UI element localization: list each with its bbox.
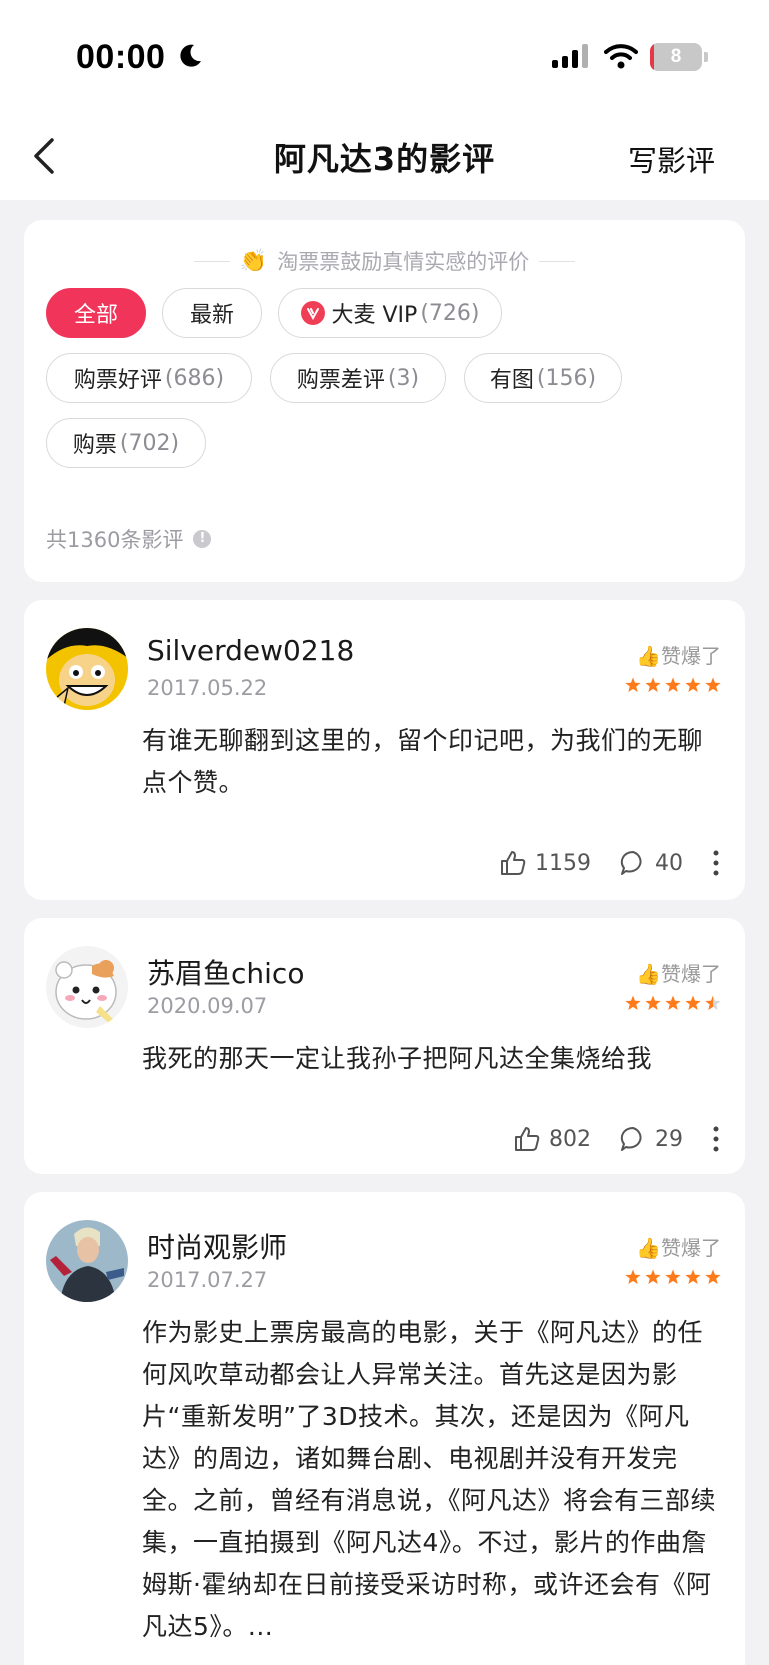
comment-bubble-icon: [620, 850, 642, 875]
star-icon: [645, 677, 661, 692]
rating-stars: [625, 995, 721, 1010]
chip-damai-vip[interactable]: 大麦 VIP (726): [278, 288, 502, 338]
battery-indicator: 8: [650, 43, 702, 71]
chip-count: (702): [119, 430, 180, 456]
chip-label: 有图: [489, 368, 534, 393]
star-icon: [665, 1269, 681, 1284]
review-card: 苏眉鱼chico 2020.09.07 👍赞爆了 我死的那天一定让我孙子把阿凡达…: [24, 918, 745, 1174]
star-icon: [625, 677, 641, 692]
comment-count: 40: [655, 850, 683, 876]
encourage-text: 淘票票鼓励真情实感的评价: [277, 250, 530, 274]
comment-count: 29: [655, 1126, 683, 1152]
battery-cap: [704, 52, 708, 62]
reviewer-name[interactable]: 时尚观影师: [147, 1226, 287, 1266]
more-vertical-icon[interactable]: [711, 849, 721, 877]
header: 00:00 8 阿凡达3的影评 写影评: [0, 0, 769, 200]
like-button[interactable]: 802: [513, 1125, 591, 1153]
star-icon: [665, 995, 681, 1010]
chip-label: 购票好评: [73, 368, 162, 393]
status-time: 00:00: [76, 38, 166, 76]
chip-latest[interactable]: 最新: [162, 288, 262, 338]
praise-badge: 👍赞爆了: [636, 1236, 721, 1260]
comment-button[interactable]: 40: [619, 849, 683, 877]
avatar[interactable]: [46, 628, 128, 710]
reviewer-name[interactable]: Silverdew0218: [147, 634, 354, 667]
total-count: 共1360条影评 !: [46, 524, 212, 554]
chip-label: 全部: [73, 303, 118, 328]
total-text: 共1360条影评: [46, 528, 184, 552]
star-icon: [665, 677, 681, 692]
star-icon: [685, 995, 701, 1010]
review-actions: 802 29: [513, 1122, 721, 1156]
chip-with-images[interactable]: 有图 (156): [464, 353, 622, 403]
nav-bar: 阿凡达3的影评 写影评: [0, 120, 769, 200]
praise-badge: 👍赞爆了: [636, 644, 721, 668]
reviewer-name[interactable]: 苏眉鱼chico: [147, 952, 304, 992]
divider-left: [193, 260, 230, 262]
chip-ticket-positive[interactable]: 购票好评 (686): [46, 353, 252, 403]
chip-ticket-negative[interactable]: 购票差评 (3): [270, 353, 446, 403]
info-icon[interactable]: !: [193, 530, 212, 548]
review-card: Silverdew0218 2017.05.22 👍赞爆了 有谁无聊翻到这里的，…: [24, 600, 745, 900]
star-icon: [645, 1269, 661, 1284]
battery-level: 8: [670, 46, 682, 67]
status-bar: 00:00 8: [0, 0, 769, 100]
like-count: 802: [549, 1126, 591, 1152]
clapping-hands-icon: 👏: [239, 248, 268, 274]
chip-label: 大麦 VIP: [331, 303, 418, 328]
review-date: 2017.07.27: [147, 1268, 268, 1292]
rating-stars: [625, 677, 721, 692]
comment-bubble-icon: [620, 1126, 642, 1151]
star-icon: [685, 677, 701, 692]
chip-count: (156): [536, 365, 597, 391]
chip-all[interactable]: 全部: [46, 288, 146, 338]
avatar[interactable]: [46, 1220, 128, 1302]
chip-count: (686): [164, 365, 225, 391]
rating-stars: [625, 1269, 721, 1284]
review-text[interactable]: 有谁无聊翻到这里的，留个印记吧，为我们的无聊点个赞。: [142, 720, 721, 804]
review-text[interactable]: 作为影史上票房最高的电影，关于《阿凡达》的任何风吹草动都会让人异常关注。首先这是…: [142, 1312, 721, 1648]
praise-badge: 👍赞爆了: [636, 962, 721, 986]
moon-icon: [180, 44, 201, 67]
review-actions: 1159 40: [499, 846, 721, 880]
comment-button[interactable]: 29: [619, 1125, 683, 1153]
chip-count: (3): [387, 365, 420, 391]
review-text[interactable]: 我死的那天一定让我孙子把阿凡达全集烧给我: [142, 1038, 721, 1080]
thumbs-up-icon: [515, 1127, 540, 1151]
star-icon: [685, 1269, 701, 1284]
star-icon: [625, 995, 641, 1010]
review-date: 2020.09.07: [147, 994, 268, 1018]
divider-right: [539, 260, 576, 262]
review-card: 时尚观影师 2017.07.27 👍赞爆了 作为影史上票房最高的电影，关于《阿凡…: [24, 1192, 745, 1665]
star-icon: [645, 995, 661, 1010]
review-date: 2017.05.22: [147, 676, 268, 700]
cellular-signal-icon: [552, 44, 588, 68]
like-button[interactable]: 1159: [499, 849, 591, 877]
chip-label: 购票差评: [296, 368, 385, 393]
chip-count: (726): [420, 300, 480, 326]
star-icon: [705, 677, 721, 692]
encourage-banner: 👏 淘票票鼓励真情实感的评价: [24, 244, 745, 278]
avatar[interactable]: [46, 946, 128, 1028]
filter-card: 👏 淘票票鼓励真情实感的评价 全部 最新 大麦 VIP (726) 购票好评 (…: [24, 220, 745, 582]
damai-logo-icon: [300, 301, 325, 325]
chip-ticket[interactable]: 购票 (702): [46, 418, 206, 468]
more-vertical-icon[interactable]: [711, 1125, 721, 1153]
chip-label: 购票: [72, 433, 117, 458]
star-icon: [625, 1269, 641, 1284]
chip-label: 最新: [189, 303, 234, 328]
write-review-button[interactable]: 写影评: [628, 138, 715, 180]
wifi-icon: [604, 44, 638, 69]
like-count: 1159: [535, 850, 591, 876]
thumbs-up-icon: [501, 851, 526, 875]
star-icon: [705, 1269, 721, 1284]
